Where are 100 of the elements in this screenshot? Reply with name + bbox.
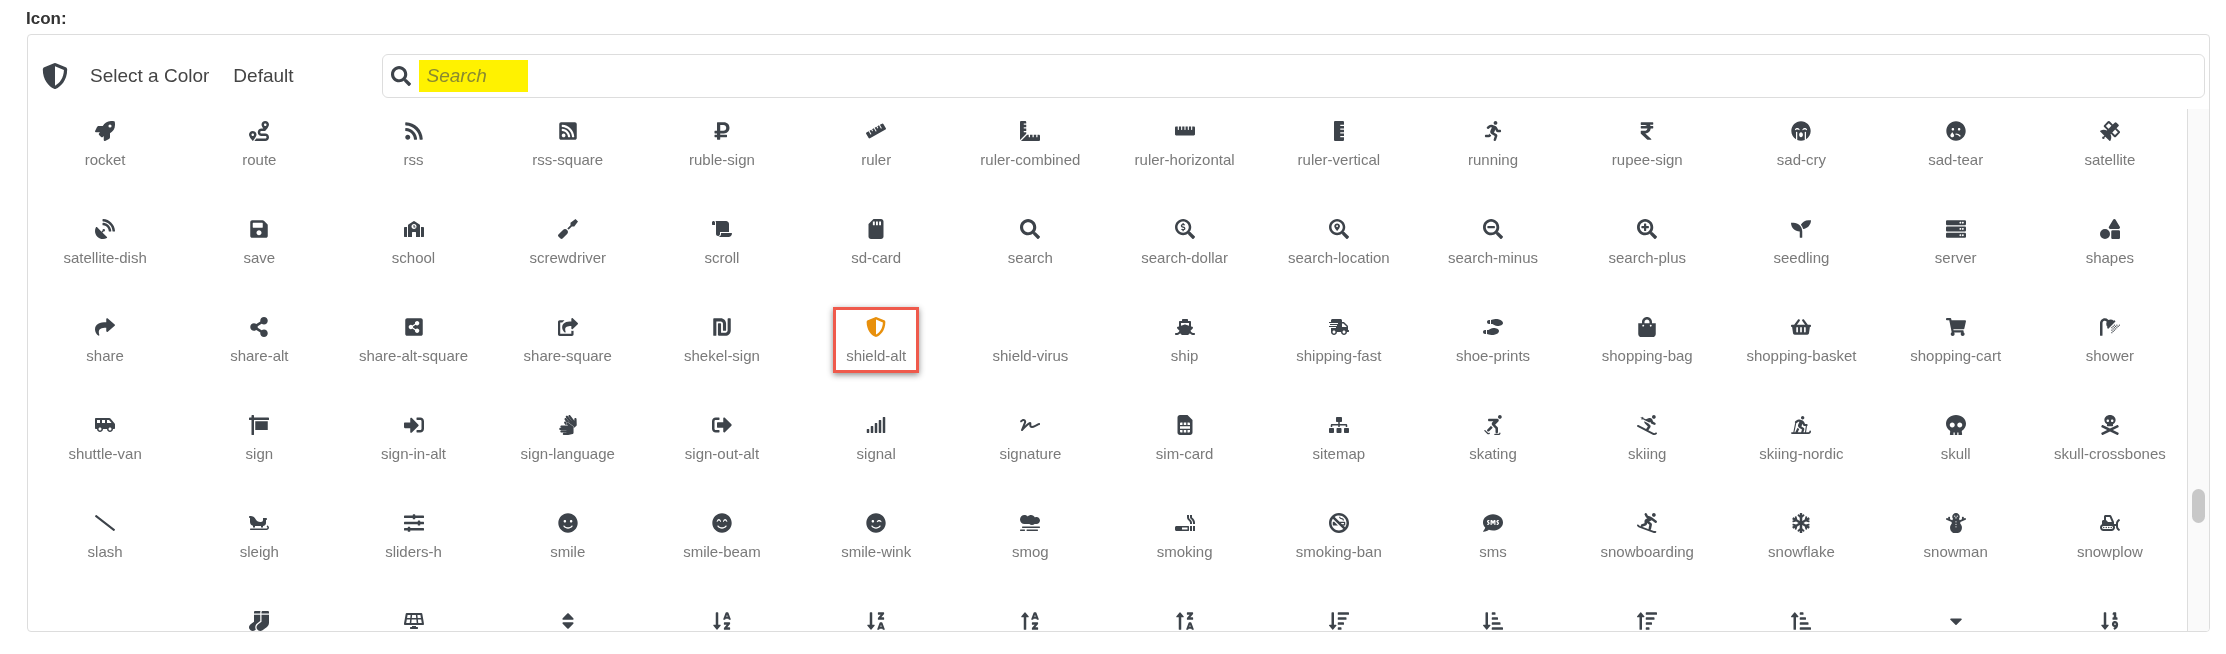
icon-option[interactable]: share-alt xyxy=(221,307,298,373)
icon-option[interactable]: shower xyxy=(2076,307,2144,373)
icon-option[interactable]: ruler xyxy=(852,111,901,177)
sitemap-icon xyxy=(1328,415,1349,435)
icon-option[interactable]: shoe-prints xyxy=(1446,307,1540,373)
no-smoking-icon xyxy=(1328,513,1349,533)
zoom-out-icon xyxy=(1483,219,1504,239)
icon-option[interactable]: sad-tear xyxy=(1919,111,1993,177)
icon-option[interactable]: smile xyxy=(541,503,595,569)
icon-option[interactable]: running xyxy=(1459,111,1528,177)
icon-option[interactable]: sign xyxy=(236,405,283,471)
icon-option[interactable]: sign-out-alt xyxy=(675,405,769,471)
icon-option[interactable]: seedling xyxy=(1764,209,1839,275)
nordic-skier-icon xyxy=(1791,415,1812,435)
socks-icon xyxy=(249,611,270,631)
icon-option[interactable]: rss xyxy=(393,111,434,177)
icon-option[interactable]: search xyxy=(998,209,1062,275)
icon-option[interactable]: smile-beam xyxy=(674,503,770,569)
icon-option[interactable]: shuttle-van xyxy=(59,405,151,471)
icon-option[interactable]: smoking xyxy=(1147,503,1222,569)
icon-option[interactable]: rupee-sign xyxy=(1602,111,1692,177)
hands-icon xyxy=(557,415,578,435)
icon-option[interactable]: ship xyxy=(1161,307,1208,373)
icon-option[interactable]: skull-crossbones xyxy=(2045,405,2175,471)
icon-option[interactable]: ruler-vertical xyxy=(1288,111,1390,177)
icon-option[interactable]: signal xyxy=(847,405,905,471)
icon-option[interactable]: smoking-ban xyxy=(1286,503,1391,569)
icon-option[interactable]: screwdriver xyxy=(520,209,616,275)
bag-icon xyxy=(1637,317,1658,337)
color-picker[interactable]: Select a Color xyxy=(90,61,210,91)
icon-option[interactable]: shopping-basket xyxy=(1737,307,1866,373)
search-input[interactable]: Search xyxy=(418,60,528,92)
icon-option[interactable]: sign-in-alt xyxy=(372,405,456,471)
runner-icon xyxy=(1483,121,1503,141)
icon-option[interactable]: school xyxy=(382,209,445,275)
icon-option[interactable]: sign-language xyxy=(511,405,624,471)
smog-icon xyxy=(1020,513,1041,533)
icon-option[interactable]: search-plus xyxy=(1599,209,1695,275)
icon-option[interactable]: shapes xyxy=(2076,209,2144,275)
icon-option[interactable]: save xyxy=(234,209,285,275)
icon-option[interactable]: search-minus xyxy=(1439,209,1548,275)
icon-option[interactable]: snowman xyxy=(1914,503,1997,569)
icon-option[interactable]: ruler-horizontal xyxy=(1125,111,1244,177)
icon-option[interactable]: search-dollar xyxy=(1132,209,1237,275)
icon-option[interactable]: rocket xyxy=(75,111,135,177)
icon-option[interactable]: smog xyxy=(1003,503,1058,569)
icon-option[interactable]: shield-alt xyxy=(833,307,920,373)
icon-option[interactable]: shopping-bag xyxy=(1592,307,1702,373)
satellite-icon xyxy=(2099,121,2120,141)
scrollbar-thumb[interactable] xyxy=(2192,489,2205,523)
icon-option[interactable]: skiing xyxy=(1619,405,1676,471)
icon-option[interactable]: smile-wink xyxy=(832,503,921,569)
icon-option[interactable]: server xyxy=(1925,209,1986,275)
icon-option[interactable]: satellite xyxy=(2075,111,2145,177)
icon-option[interactable]: snowplow xyxy=(2067,503,2152,569)
icon-option[interactable]: skull xyxy=(1931,405,1980,471)
speech-bubble-icon xyxy=(1483,513,1504,533)
icon-option[interactable]: skiing-nordic xyxy=(1750,405,1853,471)
ruler-icon xyxy=(866,121,887,141)
icon-option[interactable]: route xyxy=(233,111,286,177)
icon-option[interactable]: shekel-sign xyxy=(675,307,769,373)
icon-option[interactable]: scroll xyxy=(695,209,749,275)
icon-option[interactable]: share-square xyxy=(514,307,621,373)
sort-alpha-down-icon xyxy=(711,611,732,631)
shield-icon xyxy=(866,317,887,337)
icon-option[interactable]: ruler-combined xyxy=(971,111,1090,177)
icon-option[interactable]: shipping-fast xyxy=(1287,307,1391,373)
icon-option[interactable]: satellite-dish xyxy=(54,209,156,275)
icon-option[interactable]: shopping-cart xyxy=(1901,307,2011,373)
school-icon xyxy=(403,219,424,239)
search-icon xyxy=(390,66,411,86)
icon-option[interactable]: rss-square xyxy=(523,111,613,177)
icon-option[interactable]: sim-card xyxy=(1146,405,1223,471)
default-option[interactable]: Default xyxy=(233,61,294,91)
icon-option[interactable]: sliders-h xyxy=(376,503,451,569)
icon-option[interactable]: share-alt-square xyxy=(349,307,478,373)
route-icon xyxy=(249,121,270,141)
icon-option[interactable]: ruble-sign xyxy=(680,111,764,177)
icon-option[interactable]: sd-card xyxy=(842,209,911,275)
sort-alpha-down-icon xyxy=(866,611,887,631)
share-icon xyxy=(249,317,270,337)
icon-option[interactable]: shield-virus xyxy=(983,307,1078,373)
scrollbar[interactable] xyxy=(2187,109,2209,631)
icon-option[interactable]: sad-cry xyxy=(1767,111,1836,177)
slash-icon xyxy=(95,513,116,533)
icon-option[interactable]: sms xyxy=(1470,503,1516,569)
icon-option[interactable]: signature xyxy=(990,405,1071,471)
icon-option[interactable]: sleigh xyxy=(230,503,288,569)
icon-option[interactable]: slash xyxy=(78,503,132,569)
sleigh-icon xyxy=(249,513,270,533)
icon-option[interactable]: sitemap xyxy=(1303,405,1375,471)
icon-option[interactable]: share xyxy=(77,307,133,373)
sort-alpha-up-icon xyxy=(1020,611,1041,631)
sign-out-icon xyxy=(711,415,732,435)
icon-option[interactable]: search-location xyxy=(1278,209,1399,275)
icon-option[interactable]: snowboarding xyxy=(1591,503,1703,569)
icon-option[interactable]: snowflake xyxy=(1759,503,1844,569)
icon-option[interactable]: skating xyxy=(1460,405,1526,471)
memory-card-icon xyxy=(866,219,887,239)
scroll-icon xyxy=(711,219,732,239)
